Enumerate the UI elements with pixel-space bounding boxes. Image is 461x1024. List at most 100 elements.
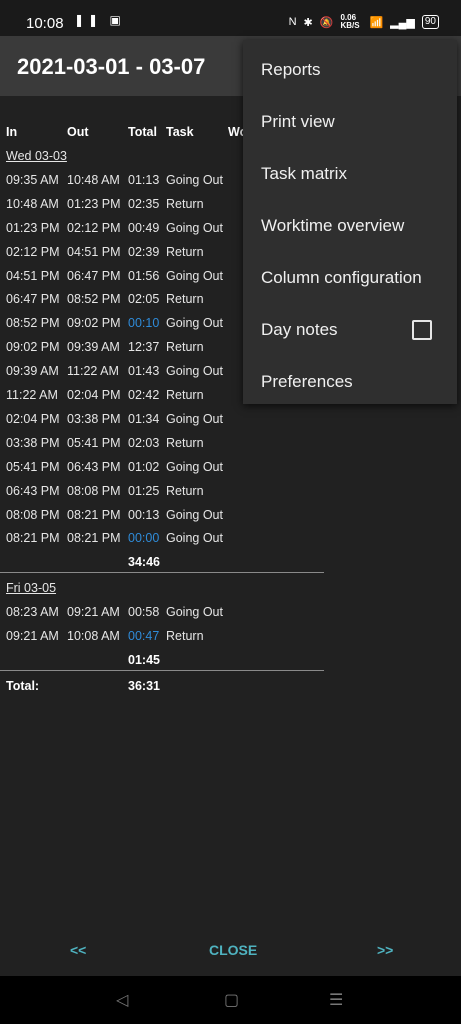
page-title: 2021-03-01 - 03-07 [17,54,206,79]
cell-out: 10:48 AM [67,172,120,187]
menu-item-label: Reports [261,60,321,79]
cell-out: 09:21 AM [67,605,120,620]
cell-out: 05:41 PM [67,435,121,450]
status-right-icons: N ✱ 🔕 0.06 KB/S 📶 ▂▄▆ 90 [289,14,439,30]
cell-total: 01:34 [128,411,160,426]
day-label[interactable]: Fri 03-05 [6,581,56,595]
cell-total: 01:02 [128,459,160,474]
back-icon[interactable]: ◁ [116,990,128,1010]
day-subtotal: 01:45 [128,652,160,667]
cell-total: 02:05 [128,292,160,307]
cell-total: 00:13 [128,507,160,522]
cell-task: Return [166,483,204,498]
menu-item-worktime-overview[interactable]: Worktime overview [243,200,457,252]
table-row[interactable]: 09:21 AM 10:08 AM 00:47 Return [0,624,324,648]
menu-item-label: Print view [261,112,335,131]
cell-total: 00:00 [128,531,160,546]
cell-in: 11:22 AM [6,388,58,402]
cell-task: Going Out [166,411,223,426]
cell-total: 02:39 [128,244,160,259]
menu-item-day-notes[interactable]: Day notes [243,304,457,356]
table-row[interactable]: 08:23 AM 09:21 AM 00:58 Going Out [0,600,324,624]
cell-in: 08:21 PM [6,531,60,546]
cell-total: 01:25 [128,483,160,498]
table-row[interactable]: 03:38 PM 05:41 PM 02:03 Return [0,431,324,455]
cell-out: 06:47 PM [67,268,121,283]
cell-total: 00:49 [128,220,160,235]
menu-item-label: Preferences [261,372,353,391]
close-button[interactable]: CLOSE [209,942,257,958]
menu-item-preferences[interactable]: Preferences [243,356,457,408]
table-row[interactable]: 06:43 PM 08:08 PM 01:25 Return [0,479,324,503]
cell-task: Return [166,629,204,643]
cell-in: 06:43 PM [6,483,60,498]
day-subtotal-row: 34:46 [0,550,324,574]
cell-out: 08:21 PM [67,507,121,522]
wifi-icon: 📶 [369,16,384,29]
cell-task: Return [166,196,204,211]
table-row[interactable]: 08:08 PM 08:21 PM 00:13 Going Out [0,503,324,527]
divider [0,669,324,671]
cell-total: 01:13 [128,172,160,187]
menu-item-label: Day notes [261,320,338,339]
day-subtotal-row: 01:45 [0,648,324,672]
cell-task: Return [166,340,204,355]
header-out: Out [67,125,89,139]
cell-out: 09:02 PM [67,316,121,331]
cell-task: Going Out [166,172,223,187]
table-row[interactable]: 05:41 PM 06:43 PM 01:02 Going Out [0,455,324,479]
system-nav-bar: ◁ ▢ ☰ [0,976,461,1024]
cell-in: 01:23 PM [6,220,60,235]
bluetooth-icon: ✱ [303,16,313,29]
cell-task: Return [166,435,204,450]
cell-total: 02:03 [128,435,160,450]
cell-total: 00:47 [128,629,160,643]
header-in: In [6,125,18,139]
header-task: Task [166,125,194,139]
next-week-button[interactable]: >> [377,942,393,958]
day-label[interactable]: Wed 03-03 [6,149,67,163]
menu-item-label: Worktime overview [261,216,405,235]
menu-item-reports[interactable]: Reports [243,44,457,96]
divider [0,572,324,574]
cell-out: 02:04 PM [67,388,121,402]
network-speed: 0.06 KB/S [340,13,360,30]
menu-item-column-configuration[interactable]: Column configuration [243,252,457,304]
cell-task: Return [166,292,204,307]
footer-bar: << CLOSE >> [0,930,461,974]
cell-task: Going Out [166,605,223,620]
cell-out: 03:38 PM [67,411,121,426]
menu-item-print-view[interactable]: Print view [243,96,457,148]
cell-task: Return [166,388,204,402]
prev-week-button[interactable]: << [70,942,86,958]
cell-in: 09:39 AM [6,364,59,379]
recents-icon[interactable]: ☰ [329,990,343,1010]
day-notes-checkbox[interactable] [412,320,432,340]
cell-total: 01:43 [128,364,160,379]
table-row[interactable]: 02:04 PM 03:38 PM 01:34 Going Out [0,407,324,431]
cell-out: 02:12 PM [67,220,121,235]
cell-total: 02:42 [128,388,160,402]
cell-in: 02:04 PM [6,411,60,426]
grand-total-row: Total: 36:31 [0,674,324,698]
cell-total: 01:56 [128,268,160,283]
overflow-menu: Reports Print view Task matrix Worktime ove… [243,40,457,404]
menu-item-label: Task matrix [261,164,347,183]
cell-in: 04:51 PM [6,268,60,283]
table-row[interactable]: 08:21 PM 08:21 PM 00:00 Going Out [0,526,324,550]
cell-total: 00:58 [128,605,160,620]
cell-in: 10:48 AM [6,196,59,211]
home-icon[interactable]: ▢ [224,990,239,1010]
cell-total: 00:10 [128,316,160,331]
cell-in: 09:21 AM [6,629,59,643]
cell-out: 06:43 PM [67,459,121,474]
menu-item-task-matrix[interactable]: Task matrix [243,148,457,200]
day-header: Fri 03-05 [0,576,324,600]
cell-in: 08:23 AM [6,605,59,620]
cell-task: Going Out [166,220,223,235]
menu-item-label: Column configuration [261,268,422,287]
total-label: Total: [6,678,40,693]
cell-out: 08:08 PM [67,483,121,498]
cell-total: 02:35 [128,196,160,211]
cell-out: 09:39 AM [67,340,120,355]
